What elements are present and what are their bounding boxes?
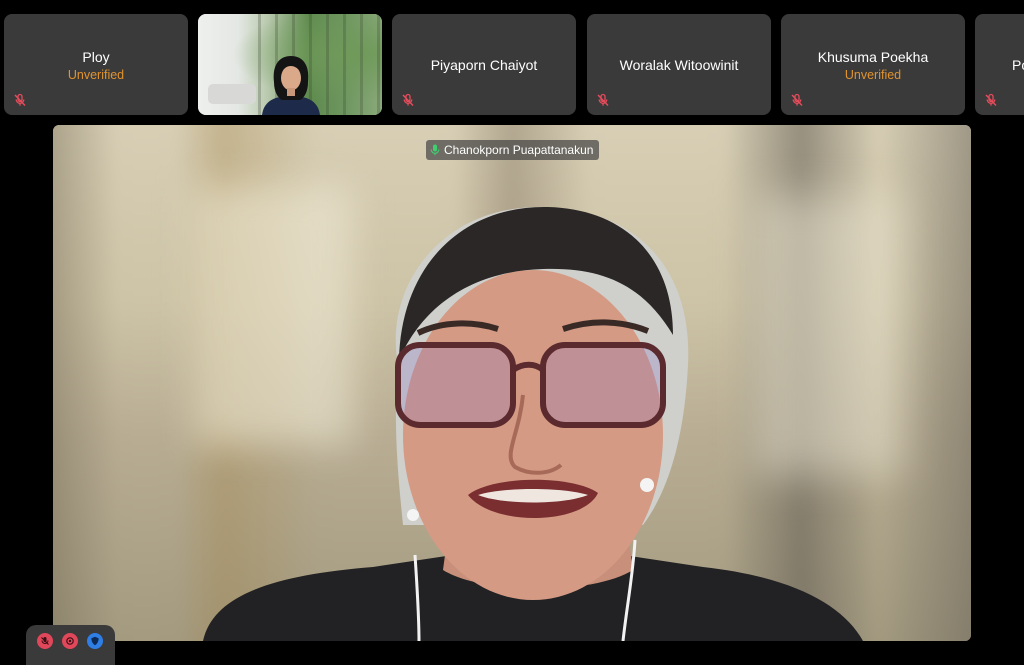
participant-status: Unverified (844, 67, 902, 82)
participant-name: Piyaporn Chaiyot (430, 56, 538, 73)
mic-muted-icon (402, 93, 414, 106)
participant-tile-ploy[interactable]: Ploy Unverified (4, 14, 188, 115)
participant-name: Ploy (82, 48, 110, 65)
video-sofa (208, 84, 256, 104)
participant-tile-video[interactable] (198, 14, 382, 115)
record-icon (66, 637, 74, 645)
speaker-person (203, 206, 863, 641)
participant-tile-partial[interactable]: Po (975, 14, 1024, 115)
participant-tile-piyaporn[interactable]: Piyaporn Chaiyot (392, 14, 576, 115)
participant-name: Khusuma Poekha (817, 48, 929, 65)
mic-muted-icon (597, 93, 609, 106)
mic-muted-icon (791, 93, 803, 106)
mic-toggle-icon (41, 637, 49, 645)
active-speaker-name: Chanokporn Puapattanakun (444, 143, 594, 157)
participant-tile-khusuma[interactable]: Khusuma Poekha Unverified (781, 14, 965, 115)
record-button[interactable] (62, 633, 78, 649)
active-speaker-label: Chanokporn Puapattanakun (426, 140, 600, 160)
mic-muted-icon (985, 93, 997, 106)
participant-name: Woralak Witoowinit (619, 56, 739, 73)
participant-name: Po (1012, 56, 1024, 73)
participant-video-person (262, 56, 320, 115)
mic-muted-icon (14, 93, 26, 106)
participant-status: Unverified (67, 67, 125, 82)
mic-active-icon (430, 144, 440, 156)
mic-toggle-button[interactable] (37, 633, 53, 649)
active-speaker-video[interactable]: Chanokporn Puapattanakun (53, 125, 971, 641)
shield-icon (91, 636, 99, 646)
participant-strip: Ploy Unverified Piyaporn Chaiyot Woralak… (0, 0, 1024, 120)
security-button[interactable] (87, 633, 103, 649)
call-controls (26, 625, 115, 665)
participant-tile-woralak[interactable]: Woralak Witoowinit (587, 14, 771, 115)
